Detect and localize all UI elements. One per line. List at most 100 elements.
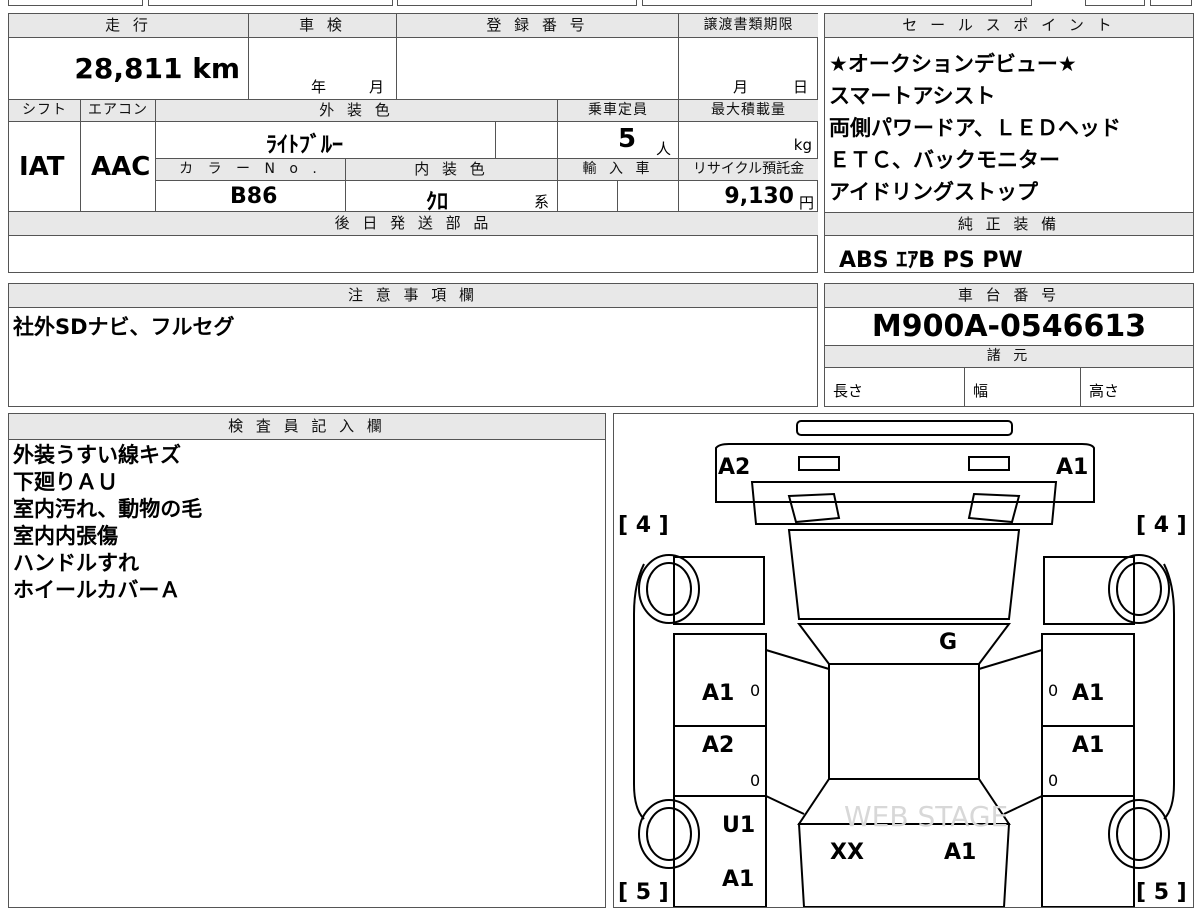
mark-zero: 0: [750, 681, 760, 700]
capacity-cell: 5 人: [558, 122, 679, 159]
mileage-cell: 28,811 km: [9, 38, 249, 100]
sales-point-item: 両側パワードア、ＬＥＤヘッド: [829, 116, 1121, 140]
sales-point-item: スマートアシスト: [829, 84, 996, 108]
shift-header: シフト: [9, 100, 81, 122]
import-cell-b: [618, 181, 679, 212]
recycle-cell: 9,130 円: [679, 181, 818, 212]
aircon-header: エアコン: [81, 100, 156, 122]
transfer-deadline-header: 譲渡書類期限: [679, 14, 818, 38]
mark-zero: 0: [1048, 771, 1058, 790]
recycle-header: リサイクル預託金: [679, 159, 818, 181]
sales-points-box: セ ー ル ス ポ イ ン ト ★オークションデビュー★ スマートアシスト 両側…: [824, 13, 1194, 273]
month-unit: 月: [369, 78, 385, 96]
inspection-cell: 年 月: [249, 38, 397, 100]
mileage-header: 走 行: [9, 14, 249, 38]
windshield-shape: [787, 529, 1021, 620]
mark-tailgate-left: XX: [830, 840, 864, 865]
genuine-equipment-value: ABS ｴｱB PS PW: [839, 248, 1023, 273]
exterior-color-value: ﾗｲﾄﾌﾞﾙｰ: [266, 133, 344, 158]
import-cell-a: [558, 181, 618, 212]
max-load-header: 最大積載量: [679, 100, 818, 122]
width-label: 幅: [973, 382, 989, 400]
vehicle-info-table: 走 行 車 検 登 録 番 号 譲渡書類期限 28,811 km 年 月 月 日…: [8, 13, 818, 273]
mark-front-bumper-left: A2: [718, 455, 750, 480]
mark-rear-door-left: A2: [702, 733, 734, 758]
car-diagram: A2 A1 G A1 A1 A2 A1 U1 A1 XX A1 [ 4 ] [ …: [618, 420, 1187, 907]
mark-windshield: G: [939, 630, 957, 655]
exterior-color-extra-cell: [496, 122, 558, 159]
height-cell: 高さ: [1081, 368, 1193, 406]
notes-header: 注 意 事 項 欄: [9, 284, 817, 308]
length-label: 長さ: [833, 382, 864, 400]
interior-color-header: 内 装 色: [346, 159, 558, 181]
color-no-value: B86: [230, 184, 278, 209]
registration-cell: [397, 38, 679, 100]
tire-rr-label: [ 5 ]: [1136, 880, 1187, 905]
inspector-note: 室内汚れ、動物の毛: [13, 497, 203, 521]
notes-text: 社外SDナビ、フルセグ: [13, 315, 235, 339]
sales-points-header: セ ー ル ス ポ イ ン ト: [825, 14, 1193, 38]
notes-box: 注 意 事 項 欄 社外SDナビ、フルセグ: [8, 283, 818, 407]
sales-point-item: アイドリングストップ: [829, 180, 1038, 204]
front-fender-left-shape: [673, 556, 765, 625]
tire-rl-label: [ 5 ]: [618, 880, 669, 905]
mark-zero: 0: [750, 771, 760, 790]
headlight-left-shape: [798, 456, 840, 471]
mark-front-door-right: A1: [1072, 681, 1104, 706]
interior-color-suffix: 系: [534, 193, 550, 211]
max-load-cell: kg: [679, 122, 818, 159]
mark-zero: 0: [1048, 681, 1058, 700]
mark-rear-door-right: A1: [1072, 733, 1104, 758]
aircon-value: AAC: [91, 152, 151, 182]
inspector-header: 検 査 員 記 入 欄: [9, 414, 605, 440]
rear-quarter-right-shape: [1041, 795, 1135, 907]
aircon-cell: AAC: [81, 122, 156, 212]
inspector-note: 外装うすい線キズ: [13, 443, 181, 467]
specs-header: 諸 元: [825, 346, 1193, 368]
inspector-note: 室内内張傷: [13, 524, 118, 548]
genuine-equipment-header: 純 正 装 備: [825, 212, 1193, 236]
color-no-header: カ ラ ー N o .: [156, 159, 346, 181]
mark-front-bumper-right: A1: [1056, 455, 1088, 480]
max-load-unit: kg: [793, 136, 812, 154]
inspector-notes-list: 外装うすい線キズ 下廻りＡＵ 室内汚れ、動物の毛 室内内張傷 ハンドルすれ ホイ…: [13, 442, 202, 604]
front-door-left-shape: [673, 633, 767, 727]
deadline-day: 日: [793, 78, 809, 96]
recycle-amount: 9,130: [724, 184, 794, 209]
front-lamp-left-shape: [787, 492, 841, 524]
front-lamp-right-shape: [967, 492, 1021, 524]
shift-cell: IAT: [9, 122, 81, 212]
front-fender-right-shape: [1043, 556, 1135, 625]
mark-rear-bumper-left: A1: [722, 867, 754, 892]
width-cell: 幅: [965, 368, 1081, 406]
chassis-header: 車 台 番 号: [825, 284, 1193, 308]
transfer-deadline-cell: 月 日: [679, 38, 818, 100]
interior-color-cell: ｸﾛ 系: [346, 181, 558, 212]
shift-value: IAT: [19, 152, 65, 182]
sales-points-list: ★オークションデビュー★ スマートアシスト 両側パワードア、ＬＥＤヘッド ＥＴＣ…: [829, 48, 1121, 208]
later-parts-header: 後 日 発 送 部 品: [9, 212, 818, 236]
exterior-color-header: 外 装 色: [156, 100, 558, 122]
watermark: WEB STAGE: [844, 800, 1008, 833]
registration-header: 登 録 番 号: [397, 14, 679, 38]
roof-shape: [828, 663, 980, 780]
exterior-color-cell: ﾗｲﾄﾌﾞﾙｰ: [156, 122, 496, 159]
tailgate-shape: [797, 823, 1011, 907]
year-unit: 年: [311, 78, 327, 96]
capacity-value: 5: [618, 124, 637, 154]
color-no-cell: B86: [156, 181, 346, 212]
deadline-month: 月: [733, 78, 749, 96]
later-parts-cell: [9, 236, 818, 272]
mark-tailgate-right: A1: [944, 840, 976, 865]
chassis-box: 車 台 番 号 M900A-0546613 諸 元 長さ 幅 高さ: [824, 283, 1194, 407]
sales-point-item: ＥＴＣ、バックモニター: [829, 148, 1060, 172]
front-door-right-shape: [1041, 633, 1135, 727]
recycle-unit: 円: [798, 194, 814, 212]
front-grille-shape: [796, 420, 1013, 436]
chassis-cell: M900A-0546613: [825, 308, 1193, 346]
mark-front-door-left: A1: [702, 681, 734, 706]
front-bumper-shape: [715, 443, 1095, 503]
tire-fr-label: [ 4 ]: [1136, 513, 1187, 538]
chassis-value: M900A-0546613: [871, 309, 1147, 344]
capacity-header: 乗車定員: [558, 100, 679, 122]
